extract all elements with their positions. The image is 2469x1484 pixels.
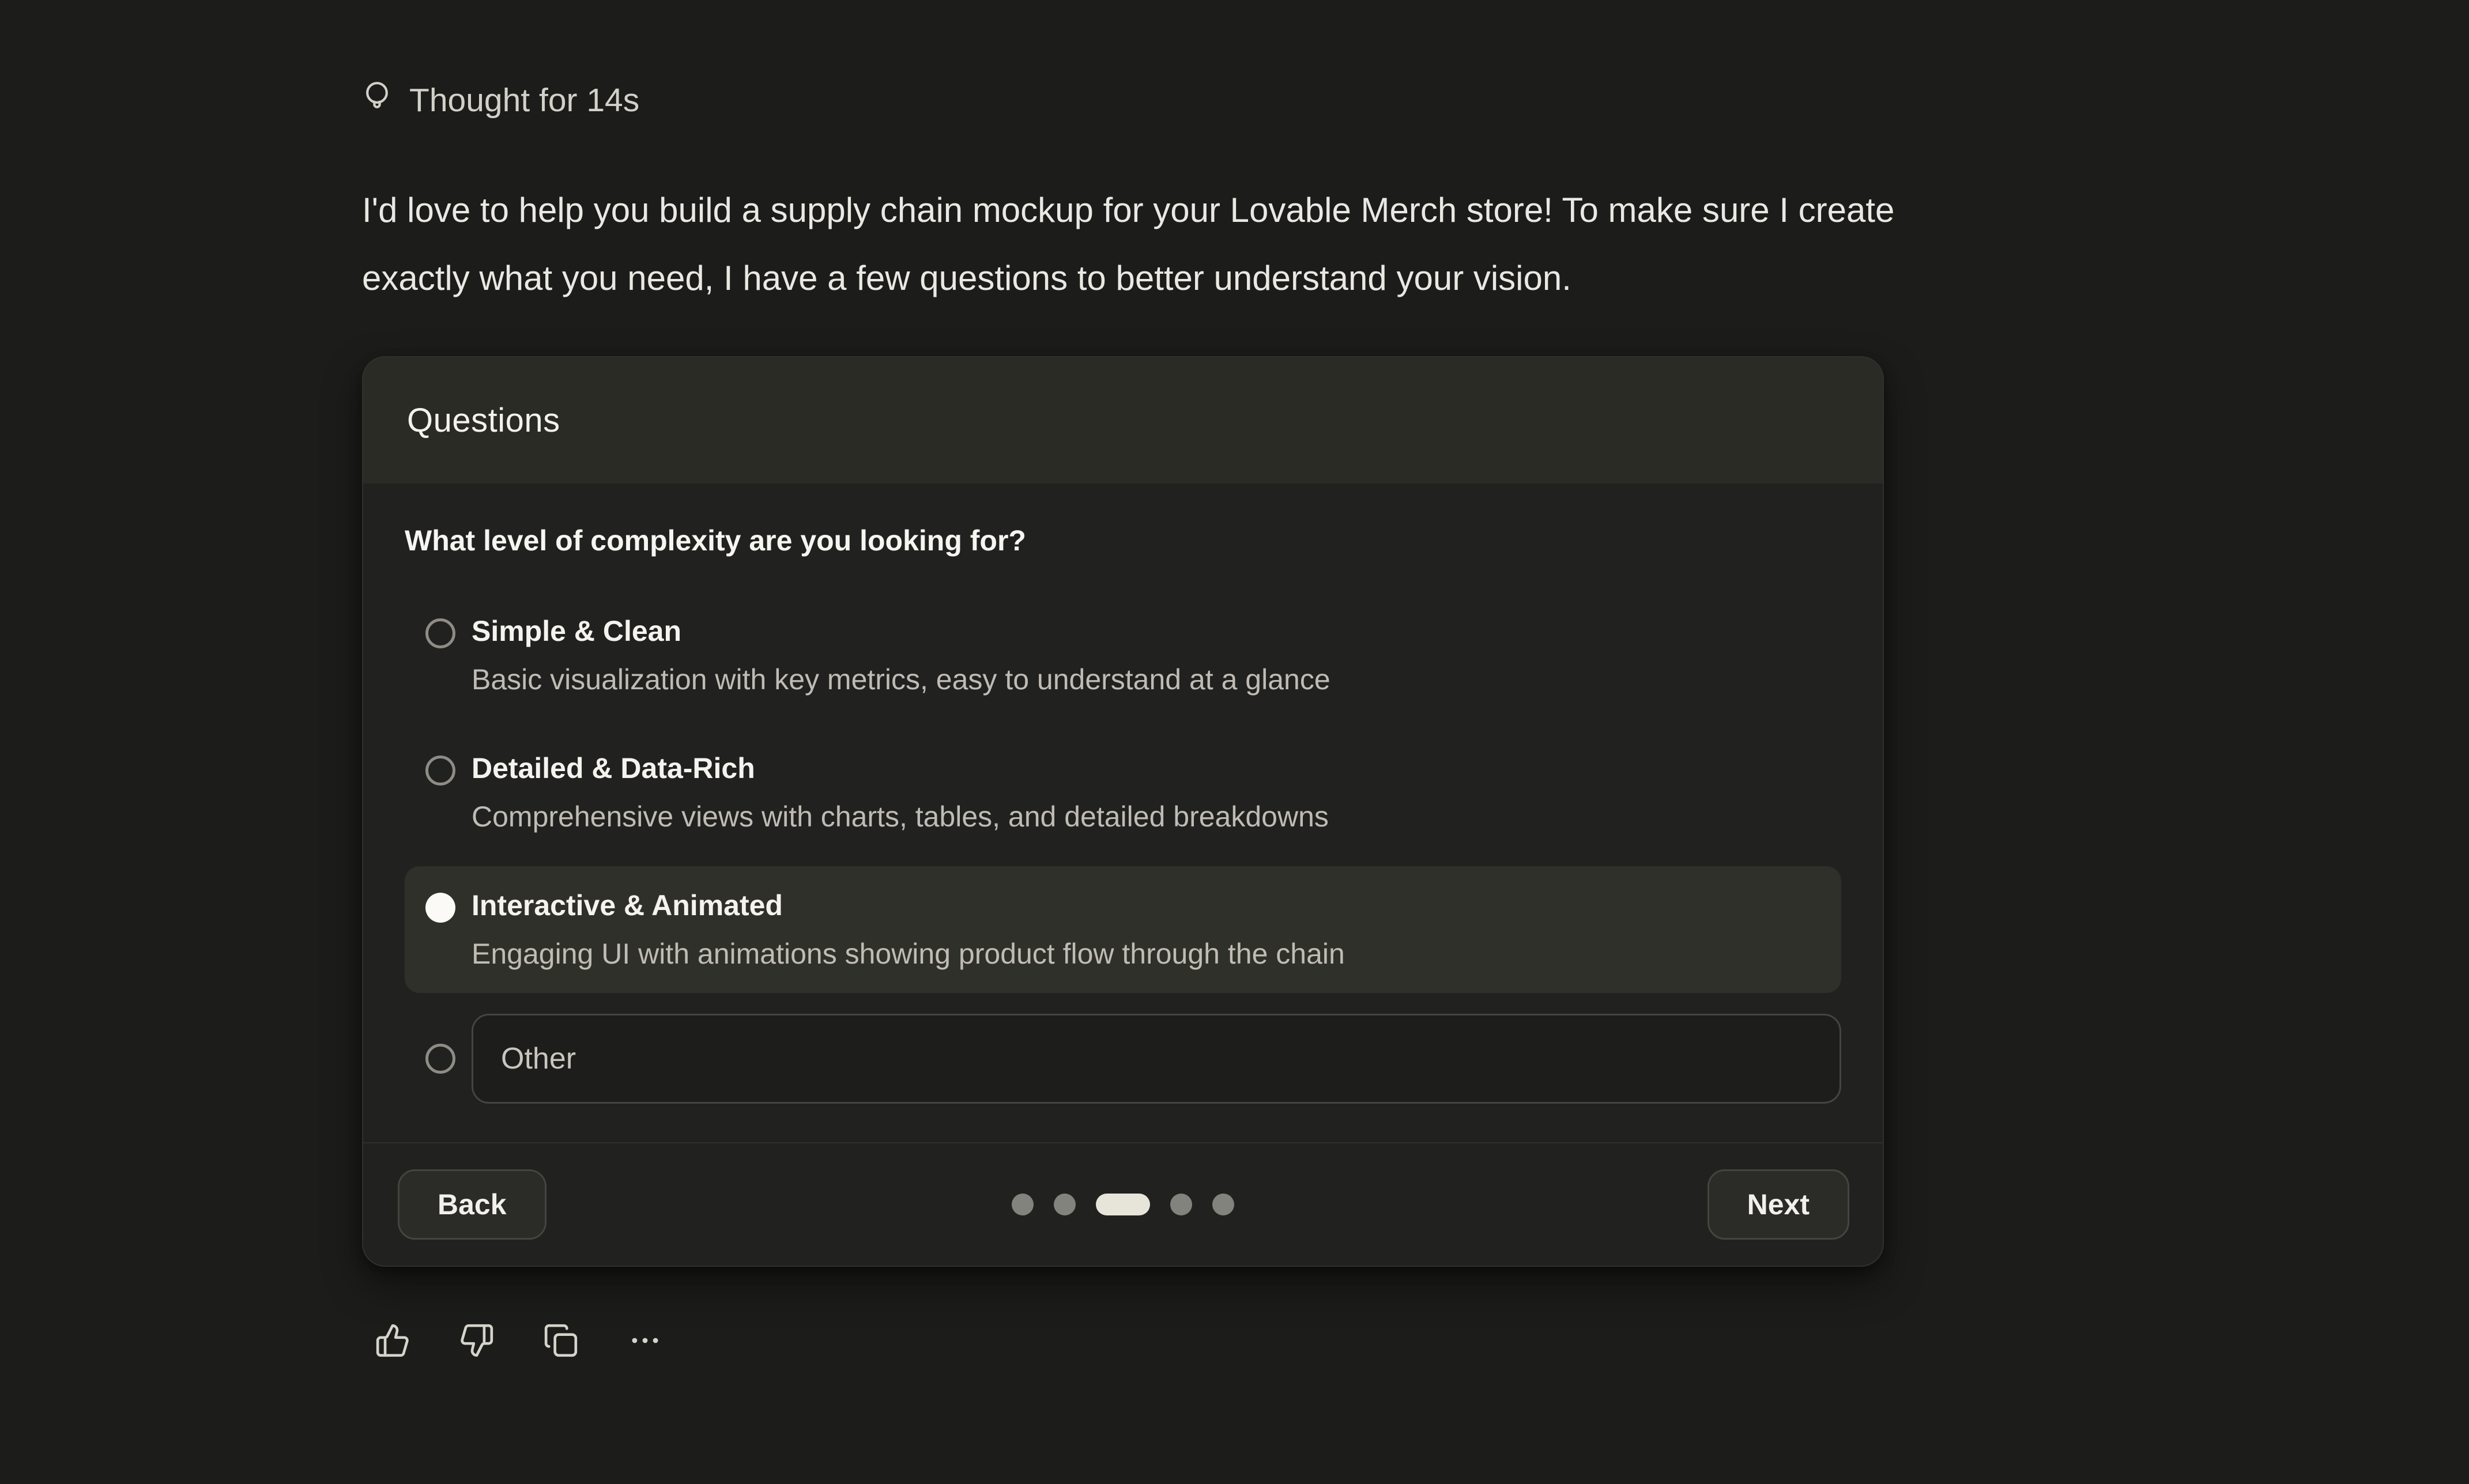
copy-icon [543, 1323, 579, 1358]
option-description: Basic visualization with key metrics, ea… [472, 662, 1330, 697]
thought-label: Thought for 14s [409, 81, 639, 120]
assistant-message-text: I'd love to help you build a supply chai… [362, 176, 2241, 312]
other-input[interactable] [472, 1014, 1841, 1104]
option-title: Interactive & Animated [472, 888, 1345, 923]
question-text: What level of complexity are you looking… [405, 524, 1841, 557]
message-actions [375, 1323, 663, 1358]
option-title: Detailed & Data-Rich [472, 751, 1329, 786]
lightbulb-icon [363, 81, 391, 119]
option-row-detailed-data-rich[interactable]: Detailed & Data-Rich Comprehensive views… [405, 729, 1841, 856]
back-button[interactable]: Back [398, 1169, 546, 1240]
more-button[interactable] [627, 1323, 663, 1358]
thumbs-up-button[interactable] [375, 1323, 410, 1358]
other-radio-icon[interactable] [425, 1044, 455, 1074]
card-title: Questions [407, 401, 560, 440]
radio-selected-icon[interactable] [425, 893, 455, 923]
radio-unselected-icon[interactable] [425, 756, 455, 786]
thumbs-down-icon [459, 1323, 495, 1358]
pagination-dots [1012, 1194, 1234, 1215]
questions-card: Questions What level of complexity are y… [362, 356, 1884, 1267]
option-row-simple-clean[interactable]: Simple & Clean Basic visualization with … [405, 592, 1841, 719]
pagination-dot [1170, 1194, 1192, 1215]
thumbs-up-icon [375, 1323, 410, 1358]
pagination-dot [1054, 1194, 1076, 1215]
pagination-dot [1012, 1194, 1034, 1215]
thumbs-down-button[interactable] [459, 1323, 495, 1358]
card-header: Questions [363, 357, 1883, 484]
next-button[interactable]: Next [1707, 1169, 1849, 1240]
option-description: Comprehensive views with charts, tables,… [472, 799, 1329, 834]
pagination-dot-active [1096, 1194, 1150, 1215]
options-list: Simple & Clean Basic visualization with … [405, 592, 1841, 1104]
option-row-other[interactable] [405, 1014, 1841, 1104]
option-row-interactive-animated[interactable]: Interactive & Animated Engaging UI with … [405, 866, 1841, 993]
option-description: Engaging UI with animations showing prod… [472, 937, 1345, 971]
more-icon [627, 1323, 663, 1358]
card-body: What level of complexity are you looking… [363, 484, 1883, 1142]
pagination-dot [1212, 1194, 1234, 1215]
card-footer: Back Next [363, 1142, 1883, 1266]
copy-button[interactable] [543, 1323, 579, 1358]
option-title: Simple & Clean [472, 614, 1330, 648]
thought-toggle[interactable]: Thought for 14s [363, 81, 639, 120]
radio-unselected-icon[interactable] [425, 618, 455, 648]
